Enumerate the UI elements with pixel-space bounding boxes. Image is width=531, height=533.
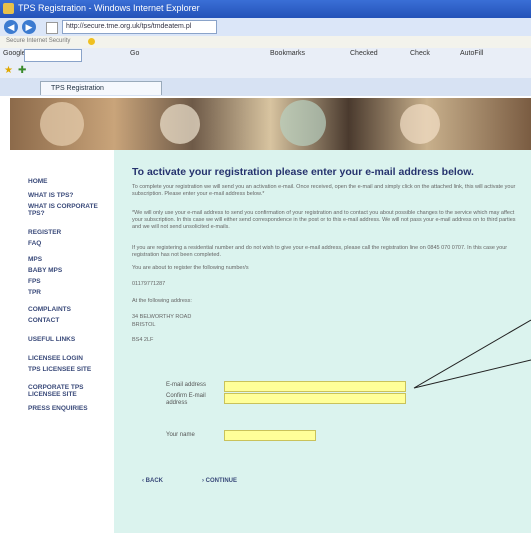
annotation-callout-arrow: [413, 319, 531, 389]
